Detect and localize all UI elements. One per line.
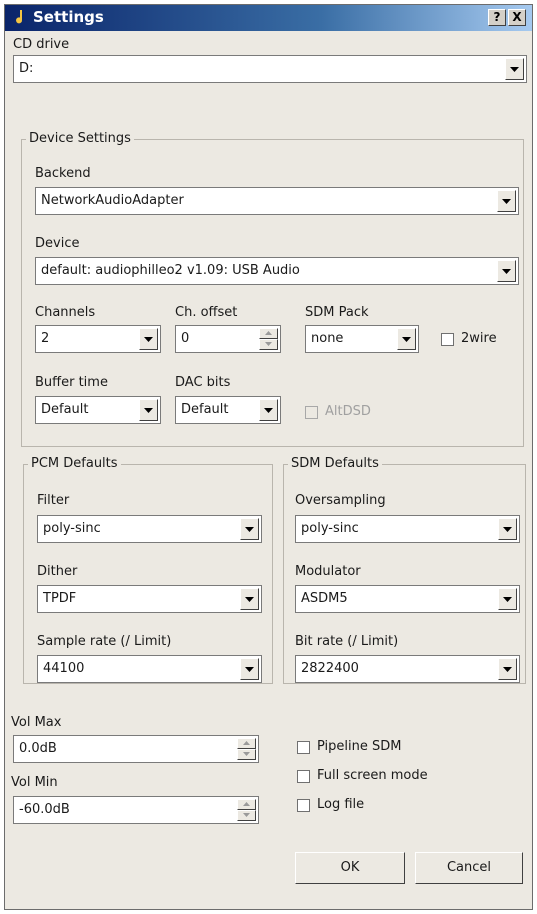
- oversampling-value: poly-sinc: [301, 521, 359, 536]
- ch-offset-value: 0: [181, 331, 190, 346]
- channels-value: 2: [41, 331, 50, 346]
- title-bar: Settings ? X: [5, 5, 532, 31]
- chevron-down-icon[interactable]: [139, 328, 158, 350]
- sample-rate-value: 44100: [43, 661, 85, 676]
- dac-bits-value: Default: [181, 402, 229, 417]
- chevron-down-icon[interactable]: [259, 399, 278, 421]
- dac-bits-label: DAC bits: [175, 375, 231, 390]
- sdm-pack-label: SDM Pack: [305, 305, 369, 320]
- app-icon: [16, 10, 23, 24]
- chevron-down-icon[interactable]: [240, 588, 259, 610]
- sdm-pack-select[interactable]: none: [305, 325, 419, 353]
- vol-max-value: 0.0dB: [19, 741, 57, 756]
- sdm-defaults-title: SDM Defaults: [288, 456, 382, 471]
- backend-value: NetworkAudioAdapter: [41, 193, 184, 208]
- dac-bits-select[interactable]: Default: [175, 396, 281, 424]
- close-button[interactable]: X: [508, 9, 526, 26]
- pipeline-sdm-checkbox[interactable]: [297, 741, 310, 754]
- backend-label: Backend: [35, 166, 91, 181]
- channels-select[interactable]: 2: [35, 325, 161, 353]
- full-screen-label: Full screen mode: [317, 768, 428, 783]
- bit-rate-value: 2822400: [301, 661, 359, 676]
- altdsd-checkbox[interactable]: [305, 406, 318, 419]
- sample-rate-select[interactable]: 44100: [37, 655, 262, 683]
- chevron-down-icon[interactable]: [497, 260, 516, 282]
- chevron-down-icon[interactable]: [497, 190, 516, 212]
- device-label: Device: [35, 236, 80, 251]
- help-button[interactable]: ?: [488, 9, 506, 26]
- dither-label: Dither: [37, 564, 78, 579]
- modulator-value: ASDM5: [301, 591, 348, 606]
- bit-rate-select[interactable]: 2822400: [295, 655, 520, 683]
- vol-max-label: Vol Max: [11, 715, 62, 730]
- filter-select[interactable]: poly-sinc: [37, 515, 262, 543]
- modulator-label: Modulator: [295, 564, 361, 579]
- chevron-down-icon[interactable]: [498, 588, 517, 610]
- dither-select[interactable]: TPDF: [37, 585, 262, 613]
- chevron-down-icon[interactable]: [505, 58, 524, 80]
- device-value: default: audiophilleo2 v1.09: USB Audio: [41, 263, 300, 278]
- device-select[interactable]: default: audiophilleo2 v1.09: USB Audio: [35, 257, 519, 285]
- chevron-down-icon[interactable]: [240, 658, 259, 680]
- pcm-defaults-title: PCM Defaults: [28, 456, 121, 471]
- spin-down-icon[interactable]: [259, 339, 278, 350]
- bit-rate-label: Bit rate (/ Limit): [295, 634, 399, 649]
- vol-min-label: Vol Min: [11, 775, 58, 790]
- log-file-label: Log file: [317, 797, 365, 812]
- filter-label: Filter: [37, 493, 70, 508]
- twowire-checkbox[interactable]: [441, 333, 454, 346]
- device-settings-title: Device Settings: [26, 131, 134, 146]
- chevron-down-icon[interactable]: [498, 658, 517, 680]
- oversampling-label: Oversampling: [295, 493, 386, 508]
- twowire-label: 2wire: [461, 331, 497, 346]
- cd-drive-label: CD drive: [13, 37, 70, 52]
- filter-value: poly-sinc: [43, 521, 101, 536]
- ch-offset-label: Ch. offset: [175, 305, 238, 320]
- vol-min-value: -60.0dB: [19, 802, 70, 817]
- window-title: Settings: [33, 8, 104, 26]
- pipeline-sdm-label: Pipeline SDM: [317, 739, 402, 754]
- spin-up-icon[interactable]: [237, 738, 256, 749]
- chevron-down-icon[interactable]: [139, 399, 158, 421]
- buffer-time-value: Default: [41, 402, 89, 417]
- buffer-time-label: Buffer time: [35, 375, 108, 390]
- vol-max-spinbox[interactable]: 0.0dB: [13, 735, 259, 763]
- channels-label: Channels: [35, 305, 96, 320]
- chevron-down-icon[interactable]: [240, 518, 259, 540]
- ch-offset-spinbox[interactable]: 0: [175, 325, 281, 353]
- chevron-down-icon[interactable]: [397, 328, 416, 350]
- spin-down-icon[interactable]: [237, 810, 256, 821]
- settings-window: Settings ? X CD drive D: Device Settings…: [4, 4, 533, 910]
- log-file-checkbox[interactable]: [297, 799, 310, 812]
- dither-value: TPDF: [43, 591, 77, 606]
- vol-min-spinbox[interactable]: -60.0dB: [13, 796, 259, 824]
- backend-select[interactable]: NetworkAudioAdapter: [35, 187, 519, 215]
- sdm-pack-value: none: [311, 331, 344, 346]
- cancel-button[interactable]: Cancel: [415, 852, 523, 884]
- spin-up-icon[interactable]: [237, 799, 256, 810]
- modulator-select[interactable]: ASDM5: [295, 585, 520, 613]
- altdsd-label: AltDSD: [325, 404, 371, 419]
- spin-down-icon[interactable]: [237, 749, 256, 760]
- full-screen-checkbox[interactable]: [297, 770, 310, 783]
- cd-drive-select[interactable]: D:: [13, 55, 527, 83]
- chevron-down-icon[interactable]: [498, 518, 517, 540]
- oversampling-select[interactable]: poly-sinc: [295, 515, 520, 543]
- cd-drive-value: D:: [19, 61, 34, 76]
- buffer-time-select[interactable]: Default: [35, 396, 161, 424]
- ok-button[interactable]: OK: [295, 852, 405, 884]
- sample-rate-label: Sample rate (/ Limit): [37, 634, 172, 649]
- spin-up-icon[interactable]: [259, 328, 278, 339]
